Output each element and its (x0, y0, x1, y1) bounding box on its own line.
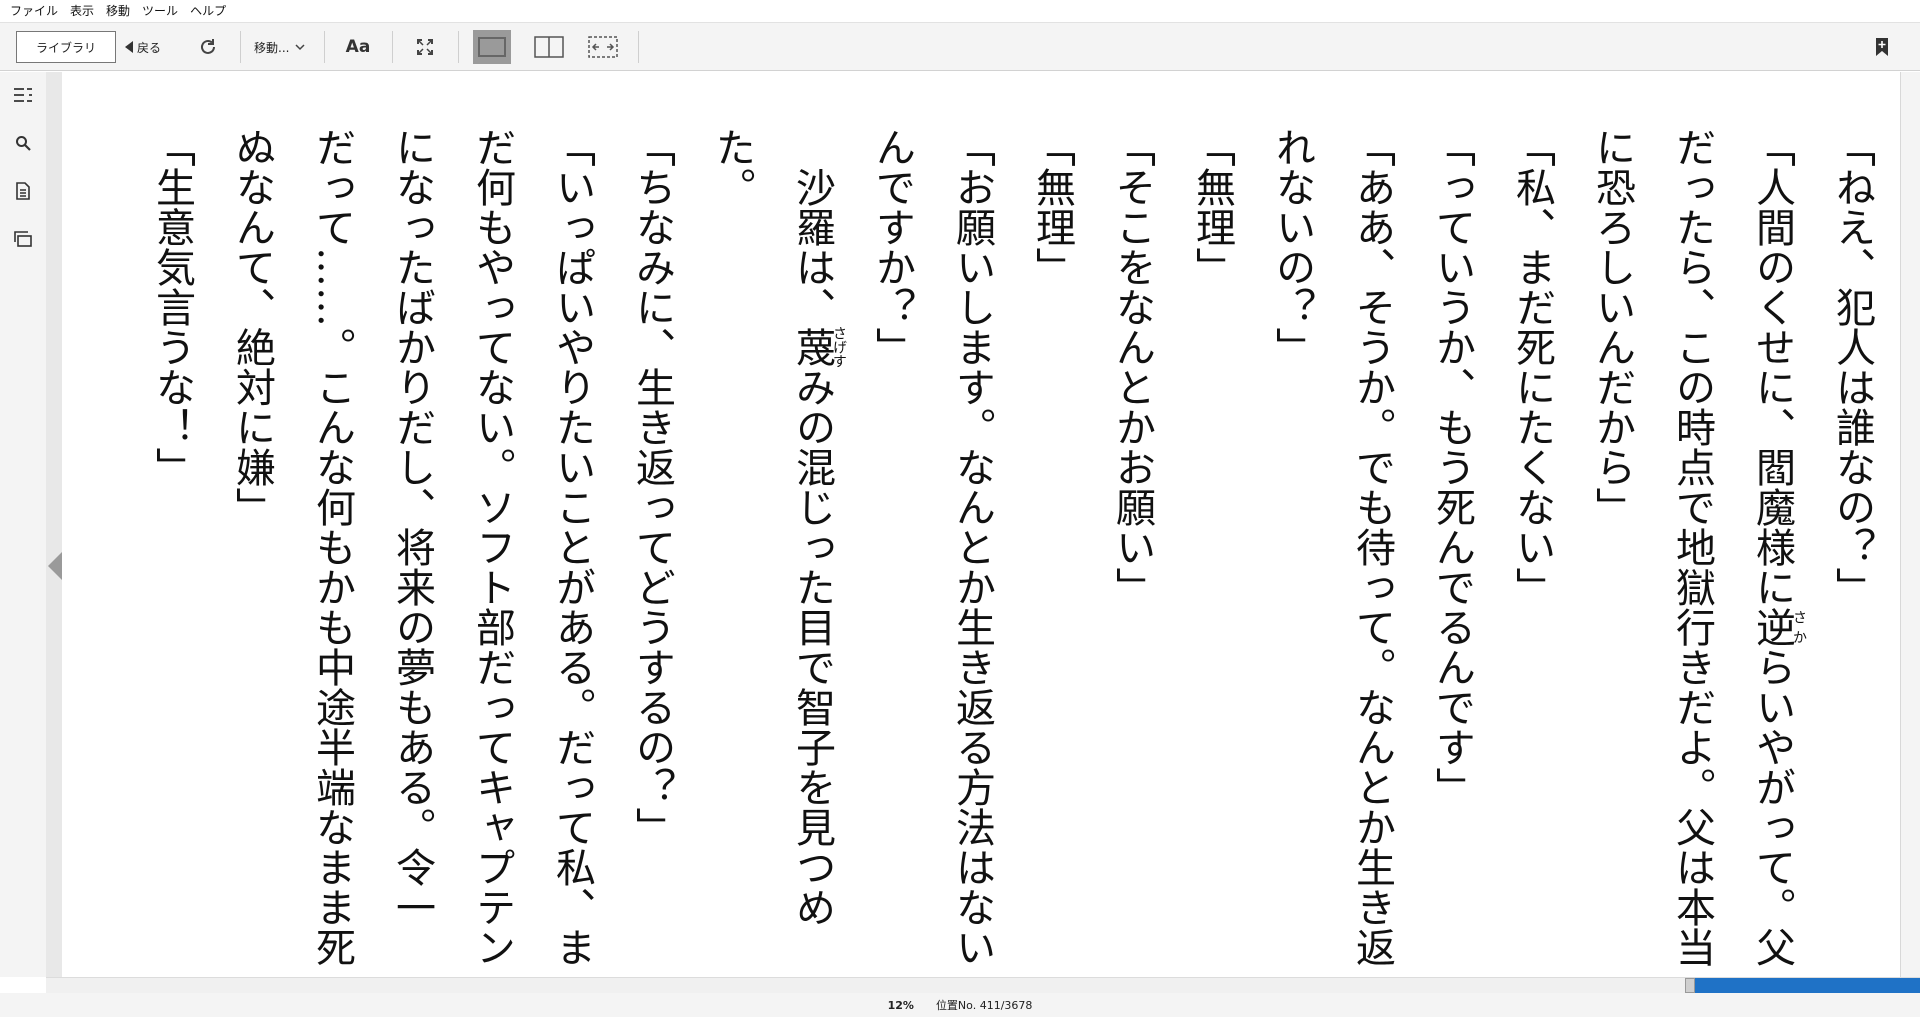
text-line: だ何もやってない。ソフト部だってキャプテン (469, 127, 515, 967)
previous-page-arrow-icon[interactable] (48, 552, 62, 580)
menu-tools[interactable]: ツール (136, 0, 184, 22)
notes-button[interactable] (12, 180, 34, 202)
font-settings-button[interactable]: Aa (340, 31, 376, 63)
two-page-view-button[interactable] (530, 30, 568, 64)
text-line: 「っていうか、もう死んでるんです」 (1429, 127, 1475, 807)
book-text: 「ねえ、犯人は誰なの？」 「人間のくせに、閻魔様に逆さからいやがって。父 だったら、… (122, 127, 1892, 1027)
back-label: 戻る (137, 40, 162, 55)
ruby-annotation: 逆さか (1749, 607, 1807, 647)
bookmark-add-icon (1876, 38, 1888, 56)
text-line: 「ああ、そうか。でも待って。なんとか生き返 (1349, 127, 1395, 967)
menu-view[interactable]: 表示 (64, 0, 100, 22)
menu-file[interactable]: ファイル (4, 0, 64, 22)
text-line: 「無理」 (1189, 127, 1235, 287)
text-line: 「そこをなんとかお願い」 (1109, 127, 1155, 607)
text-line: 「無理」 (1029, 127, 1075, 287)
page-gutter (46, 72, 62, 977)
text-line: 「生意気言うな！」 (149, 127, 195, 487)
toc-button[interactable] (12, 84, 34, 106)
right-margin (1900, 72, 1920, 977)
back-arrow-icon (125, 41, 133, 53)
fullscreen-button[interactable] (410, 31, 440, 63)
text-line: 「私、まだ死にたくない」 (1509, 127, 1555, 607)
toolbar-divider (458, 31, 459, 63)
reading-page[interactable]: 「ねえ、犯人は誰なの？」 「人間のくせに、閻魔様に逆さからいやがって。父 だったら、… (62, 72, 1900, 977)
reading-progress-bar[interactable] (46, 977, 1920, 993)
text-line: ぬなんて、絶対に嫌」 (229, 127, 275, 527)
menu-bar: ファイル 表示 移動 ツール ヘルプ (0, 0, 1920, 22)
text-line: れないの？」 (1269, 127, 1315, 367)
chevron-down-icon (295, 44, 305, 51)
text-line: 沙羅は、蔑さげすみの混じった目で智子を見つめ (789, 127, 847, 927)
notes-icon (16, 182, 30, 200)
text-line: 「ちなみに、生き返ってどうするの？」 (629, 127, 675, 847)
progress-percent: 12% (887, 998, 914, 1012)
two-page-view-icon (534, 36, 564, 58)
ruby-annotation: 蔑さげす (789, 326, 847, 368)
progress-handle[interactable] (1685, 978, 1695, 993)
menu-go[interactable]: 移動 (100, 0, 136, 22)
continuous-view-icon (588, 36, 618, 58)
table-of-contents-icon (14, 88, 32, 102)
text-line: 「いっぱいやりたいことがある。だって私、ま (549, 127, 595, 967)
toolbar: ライブラリ 戻る 移動... Aa (0, 22, 1920, 71)
text-line: 「人間のくせに、閻魔様に逆さからいやがって。父 (1749, 127, 1807, 967)
location-indicator: 位置No. 411/3678 (935, 999, 1033, 1012)
text-line: 「ねえ、犯人は誰なの？」 (1829, 127, 1875, 607)
progress-fill (1695, 978, 1920, 993)
search-button[interactable] (12, 132, 34, 154)
menu-help[interactable]: ヘルプ (184, 0, 232, 22)
toolbar-divider (240, 31, 241, 63)
single-page-view-icon (478, 37, 506, 57)
toolbar-divider (638, 31, 639, 63)
text-line: 「お願いします。なんとか生き返る方法はない (949, 127, 995, 967)
text-line: になったばかりだし、将来の夢もある。令一 (389, 127, 435, 927)
toolbar-divider (392, 31, 393, 63)
status-bar: 12% 位置No. 411/3678 (0, 993, 1920, 1017)
single-page-view-button[interactable] (473, 30, 511, 64)
library-button[interactable]: ライブラリ (16, 31, 116, 63)
text-line: だったら、この時点で地獄行きだよ。父は本当 (1669, 127, 1715, 967)
toolbar-divider (324, 31, 325, 63)
flashcards-button[interactable] (12, 228, 34, 250)
sync-icon (201, 39, 215, 54)
add-bookmark-button[interactable] (1872, 35, 1892, 59)
back-button[interactable]: 戻る (125, 31, 161, 63)
text-line: た。 (709, 127, 755, 207)
search-icon (16, 136, 31, 151)
flashcards-icon (14, 231, 32, 247)
text-line: んですか？」 (869, 127, 915, 367)
sync-button[interactable] (193, 31, 223, 63)
goto-menu-button[interactable]: 移動... (254, 31, 305, 63)
text-line: だって……。こんな何もかも中途半端なまま死 (309, 127, 355, 967)
left-sidebar (0, 72, 46, 977)
goto-label: 移動... (254, 40, 290, 55)
text-line: に恐ろしいんだから」 (1589, 127, 1635, 527)
continuous-view-button[interactable] (584, 30, 622, 64)
fullscreen-icon (417, 39, 433, 55)
